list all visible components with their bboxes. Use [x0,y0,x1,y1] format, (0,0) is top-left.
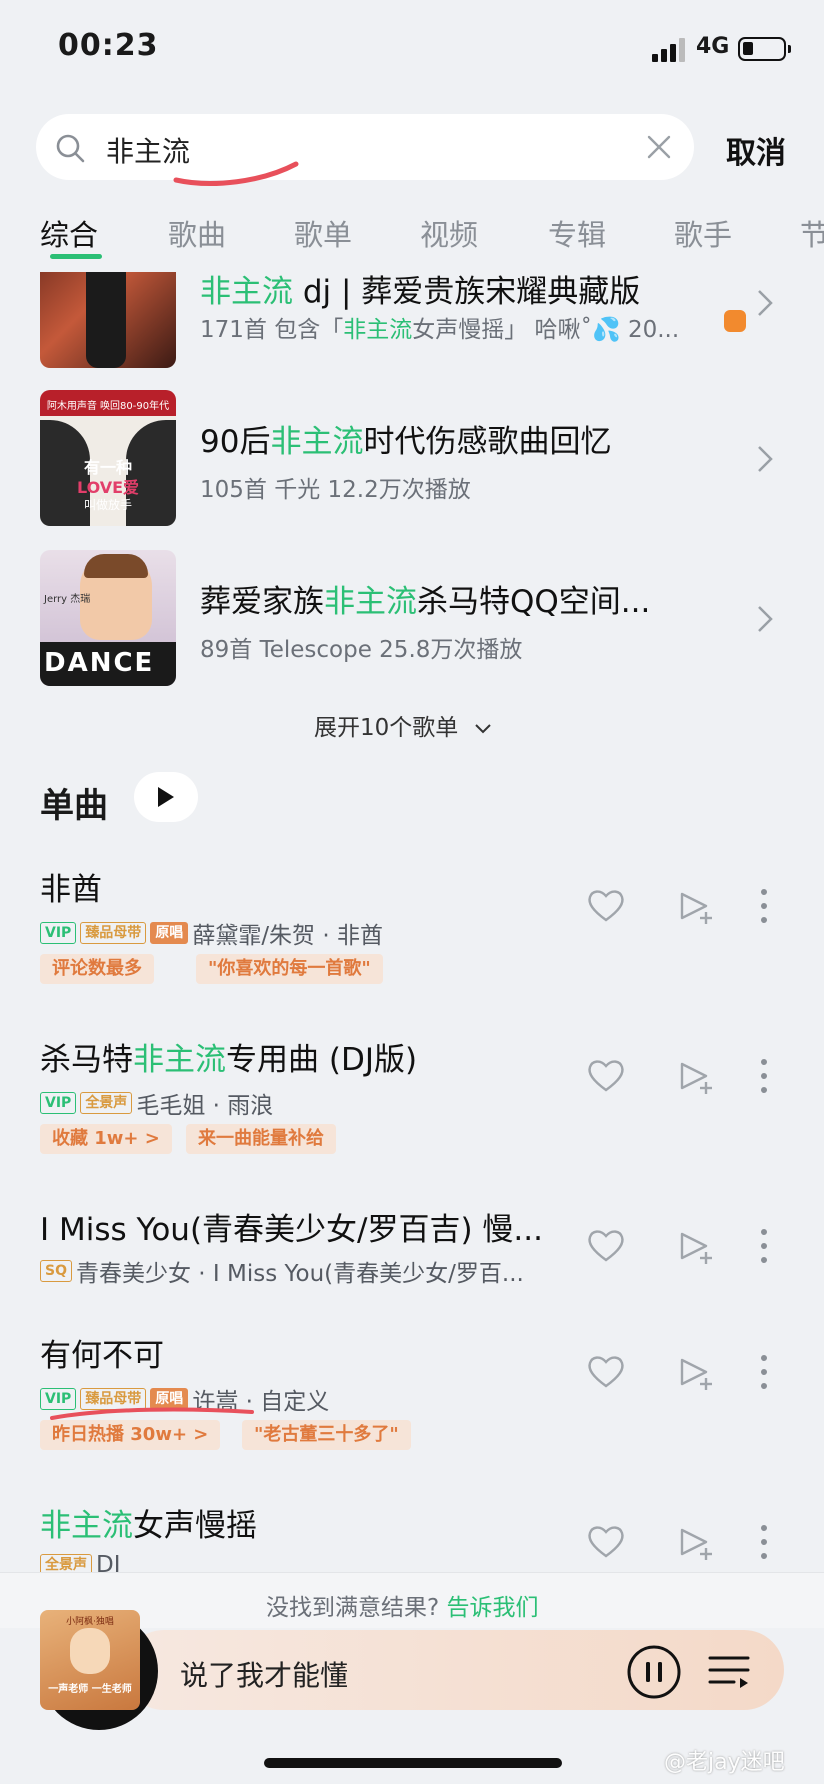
playlist-cover: Jerry 杰瑞 DANCE [40,550,176,686]
status-time: 00:23 [58,28,159,63]
play-all-button[interactable] [134,772,198,822]
song-meta: SQ 青春美少女 · I Miss You(青春美少女/罗百... [40,1254,524,1288]
chevron-right-icon [758,606,773,632]
tab-songs[interactable]: 歌曲 [168,212,226,254]
add-to-playlist-icon[interactable] [676,1056,716,1096]
tab-programs[interactable]: 节 [800,212,824,254]
song-row[interactable]: I Miss You(青春美少女/罗百吉) 慢... SQ 青春美少女 · I … [0,1190,824,1300]
watermark: @老jay迷吧 [664,1750,785,1775]
chevron-right-icon [758,290,773,316]
heart-icon[interactable] [586,1056,626,1096]
feedback-link[interactable]: 告诉我们 [447,1595,539,1621]
chevron-right-icon [758,446,773,472]
playlist-row[interactable]: 阿木用声音 唤回80-90年代 有一种 LOVE爱 叫做放手 90后非主流时代伤… [0,390,824,530]
playlist-row[interactable]: 非主流 dj | 葬爱贵族宋耀典藏版 171首 包含「非主流女声慢摇」 哈啾˚💦… [0,272,824,372]
more-options-icon[interactable] [758,886,770,926]
song-tag[interactable]: 来一曲能量补给 [186,1124,336,1154]
tab-overview[interactable]: 综合 [40,212,98,254]
add-to-playlist-icon[interactable] [676,1226,716,1266]
song-meta: 全景声 DJ [40,1552,121,1572]
add-to-playlist-icon[interactable] [676,1522,716,1562]
song-title: 杀马特非主流专用曲 (DJ版) [40,1042,418,1078]
expand-playlists-button[interactable]: 展开10个歌单 [314,708,492,742]
cellular-signal-icon [652,36,688,62]
song-meta: VIP 臻品母带 原唱 薛黛霏/朱贺 · 非酋 [40,916,383,950]
song-title: 非酋 [40,872,102,908]
tab-videos[interactable]: 视频 [420,212,478,254]
playlist-row[interactable]: Jerry 杰瑞 DANCE 葬爱家族非主流杀马特QQ空间... 89首 Tel… [0,550,824,690]
playlist-cover: 阿木用声音 唤回80-90年代 有一种 LOVE爱 叫做放手 [40,390,176,526]
expand-label: 展开10个歌单 [314,715,459,741]
tab-artists[interactable]: 歌手 [674,212,732,254]
active-tab-indicator [50,254,102,259]
playlist-meta: 105首 千光 12.2万次播放 [200,477,471,503]
song-tag[interactable]: 收藏 1w+ > [40,1124,172,1154]
album-art[interactable]: 小阿枫·独唱 一声老师 一生老师 [40,1610,140,1710]
song-meta: VIP 全景声 毛毛姐 · 雨浪 [40,1086,273,1120]
more-options-icon[interactable] [758,1522,770,1562]
search-icon [56,134,85,163]
tab-albums[interactable]: 专辑 [548,212,606,254]
vip-creator-icon [724,310,746,332]
more-options-icon[interactable] [758,1226,770,1266]
playlist-cover [40,272,176,368]
section-title-singles: 单曲 [40,786,108,826]
queue-list-icon[interactable] [706,1650,752,1694]
heart-icon[interactable] [586,1522,626,1562]
add-to-playlist-icon[interactable] [676,1352,716,1392]
network-type: 4G [696,34,730,59]
home-indicator [264,1758,562,1768]
song-tag[interactable]: "你喜欢的每一首歌" [196,954,383,984]
more-options-icon[interactable] [758,1056,770,1096]
song-row[interactable]: 非酋 VIP 臻品母带 原唱 薛黛霏/朱贺 · 非酋 评论数最多 "你喜欢的每一… [0,850,824,1000]
song-title: 非主流女声慢摇 [40,1508,257,1544]
pause-icon[interactable] [626,1644,682,1700]
tab-playlists[interactable]: 歌单 [294,212,352,254]
song-tag[interactable]: 评论数最多 [40,954,154,984]
more-options-icon[interactable] [758,1352,770,1392]
play-icon [158,787,174,807]
song-title: 有何不可 [40,1338,164,1374]
feedback-prompt: 没找到满意结果? 告诉我们 [266,1595,539,1621]
playlist-meta: 89首 Telescope 25.8万次播放 [200,637,523,663]
song-row[interactable]: 杀马特非主流专用曲 (DJ版) VIP 全景声 毛毛姐 · 雨浪 收藏 1w+ … [0,1020,824,1170]
clear-search-icon[interactable] [646,134,672,160]
song-row[interactable]: 非主流女声慢摇 全景声 DJ [0,1486,824,1572]
playlist-title: 葬爱家族非主流杀马特QQ空间... [200,584,651,620]
song-row[interactable]: 有何不可 VIP 臻品母带 原唱 许嵩 · 自定义 昨日热播 30w+ > "老… [0,1316,824,1466]
playlist-title: 90后非主流时代伤感歌曲回忆 [200,424,612,460]
chevron-down-icon [474,723,491,733]
battery-icon [738,37,791,61]
now-playing-title: 说了我才能懂 [180,1659,349,1692]
playlist-title: 非主流 dj | 葬爱贵族宋耀典藏版 [200,274,641,310]
add-to-playlist-icon[interactable] [676,886,716,926]
cancel-button[interactable]: 取消 [726,128,786,172]
red-annotation-underline [173,161,299,186]
song-title: I Miss You(青春美少女/罗百吉) 慢... [40,1212,543,1248]
song-tag[interactable]: "老古董三十多了" [242,1420,411,1450]
heart-icon[interactable] [586,1352,626,1392]
heart-icon[interactable] [586,1226,626,1266]
heart-icon[interactable] [586,886,626,926]
playlist-meta: 171首 包含「非主流女声慢摇」 哈啾˚💦 20... [200,317,680,343]
song-tag[interactable]: 昨日热播 30w+ > [40,1420,221,1450]
